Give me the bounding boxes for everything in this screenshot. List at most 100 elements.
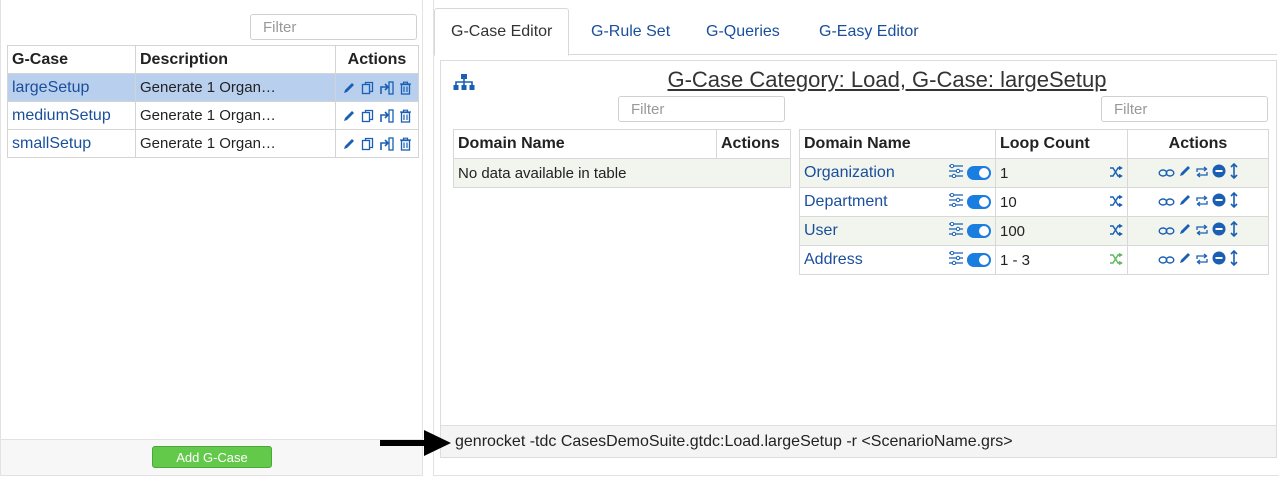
column-header-gcase[interactable]: G-Case [7, 45, 136, 74]
pencil-icon[interactable] [1178, 164, 1192, 182]
domain-link-organization[interactable]: Organization [804, 164, 895, 182]
vertical-arrows-icon[interactable] [1229, 220, 1239, 241]
move-icon[interactable] [379, 136, 395, 152]
domain-row-department: Department 10 [799, 187, 1269, 217]
shuffle-green-icon[interactable] [1109, 252, 1123, 269]
minus-circle-icon[interactable] [1212, 222, 1226, 240]
empty-table-row: No data available in table [453, 158, 791, 188]
domain-row-organization: Organization 1 [799, 158, 1269, 188]
add-gcase-button[interactable]: Add G-Case [152, 446, 272, 468]
gcase-row-actions [340, 136, 414, 152]
domain-row-user: User 100 [799, 216, 1269, 246]
domain-link-department[interactable]: Department [804, 193, 888, 211]
sliders-icon[interactable] [948, 192, 964, 211]
tab-gcase-editor[interactable]: G-Case Editor [434, 8, 570, 56]
copy-icon[interactable] [360, 108, 376, 124]
shuffle-icon[interactable] [1109, 194, 1123, 211]
sliders-icon[interactable] [948, 163, 964, 182]
selected-domains-table: Domain Name Loop Count Actions Organizat… [799, 129, 1269, 275]
pencil-icon[interactable] [1178, 251, 1192, 269]
link-icon[interactable] [1158, 223, 1175, 240]
gcase-filter-input[interactable] [250, 14, 417, 40]
column-header-actions: Actions [716, 129, 791, 159]
column-header-actions: Actions [335, 45, 419, 74]
gcase-editor-panel: G-Case Editor G-Rule Set G-Queries G-Eas… [433, 0, 1279, 476]
tab-gqueries[interactable]: G-Queries [690, 8, 796, 55]
pencil-icon[interactable] [1178, 222, 1192, 240]
copy-icon[interactable] [360, 136, 376, 152]
arrow-right-icon [380, 429, 452, 461]
sliders-icon[interactable] [948, 221, 964, 240]
domain-row-actions [1132, 220, 1264, 241]
gcase-row-actions [340, 80, 414, 96]
gcase-row-smallsetup[interactable]: smallSetup Generate 1 Organ… [7, 129, 419, 158]
gcase-description: Generate 1 Organ… [135, 101, 336, 130]
vertical-arrows-icon[interactable] [1229, 191, 1239, 212]
move-icon[interactable] [379, 80, 395, 96]
repeat-icon[interactable] [1195, 165, 1209, 182]
command-text: genrocket -tdc CasesDemoSuite.gtdc:Load.… [455, 432, 1013, 450]
sliders-icon[interactable] [948, 250, 964, 269]
domain-toggle[interactable] [967, 253, 991, 267]
pencil-icon[interactable] [341, 136, 357, 152]
selected-domains-header: Domain Name Loop Count Actions [799, 129, 1269, 159]
trash-icon[interactable] [398, 80, 414, 96]
copy-icon[interactable] [360, 80, 376, 96]
gcase-link-mediumsetup[interactable]: mediumSetup [12, 107, 111, 124]
vertical-arrows-icon[interactable] [1229, 162, 1239, 183]
tab-geasy-editor[interactable]: G-Easy Editor [803, 8, 935, 55]
domain-row-actions [1132, 249, 1264, 270]
tab-grule-set[interactable]: G-Rule Set [575, 8, 686, 55]
link-icon[interactable] [1158, 165, 1175, 182]
gcase-row-actions [340, 108, 414, 124]
column-header-loop-count[interactable]: Loop Count [995, 129, 1128, 159]
domain-link-user[interactable]: User [804, 222, 838, 240]
link-icon[interactable] [1158, 194, 1175, 211]
right-domain-filter-input[interactable] [1101, 96, 1268, 122]
gcase-link-largesetup[interactable]: largeSetup [12, 79, 89, 96]
minus-circle-icon[interactable] [1212, 251, 1226, 269]
domain-toggle[interactable] [967, 195, 991, 209]
loop-count-value[interactable]: 1 - 3 [1000, 252, 1030, 269]
available-domains-table: Domain Name Actions No data available in… [453, 129, 791, 188]
left-domain-filter-input[interactable] [618, 96, 785, 122]
minus-circle-icon[interactable] [1212, 164, 1226, 182]
loop-count-value[interactable]: 10 [1000, 194, 1017, 211]
domain-toggle[interactable] [967, 224, 991, 238]
trash-icon[interactable] [398, 136, 414, 152]
gcase-table-header: G-Case Description Actions [7, 45, 419, 74]
repeat-icon[interactable] [1195, 252, 1209, 269]
domain-row-actions [1132, 191, 1264, 212]
gcase-table: G-Case Description Actions largeSetup Ge… [7, 45, 419, 158]
column-header-actions: Actions [1127, 129, 1269, 159]
trash-icon[interactable] [398, 108, 414, 124]
column-header-description[interactable]: Description [135, 45, 336, 74]
gcase-link-smallsetup[interactable]: smallSetup [12, 135, 91, 152]
loop-count-value[interactable]: 1 [1000, 165, 1008, 182]
shuffle-icon[interactable] [1109, 165, 1123, 182]
repeat-icon[interactable] [1195, 223, 1209, 240]
vertical-arrows-icon[interactable] [1229, 249, 1239, 270]
domain-link-address[interactable]: Address [804, 251, 863, 269]
gcase-panel-footer: Add G-Case [1, 439, 422, 475]
editor-tabbar: G-Case Editor G-Rule Set G-Queries G-Eas… [434, 8, 1277, 56]
gcase-description: Generate 1 Organ… [135, 129, 336, 158]
pencil-icon[interactable] [1178, 193, 1192, 211]
pencil-icon[interactable] [341, 80, 357, 96]
shuffle-icon[interactable] [1109, 223, 1123, 240]
link-icon[interactable] [1158, 252, 1175, 269]
gcase-list-panel: G-Case Description Actions largeSetup Ge… [0, 0, 423, 476]
gcase-row-mediumsetup[interactable]: mediumSetup Generate 1 Organ… [7, 101, 419, 130]
column-header-domain-name[interactable]: Domain Name [799, 129, 996, 159]
loop-count-value[interactable]: 100 [1000, 223, 1025, 240]
available-domains-header: Domain Name Actions [453, 129, 791, 159]
domain-row-address: Address 1 - 3 [799, 245, 1269, 275]
move-icon[interactable] [379, 108, 395, 124]
minus-circle-icon[interactable] [1212, 193, 1226, 211]
gcase-row-largesetup[interactable]: largeSetup Generate 1 Organ… [7, 73, 419, 102]
column-header-domain-name[interactable]: Domain Name [453, 129, 717, 159]
repeat-icon[interactable] [1195, 194, 1209, 211]
pencil-icon[interactable] [341, 108, 357, 124]
gcase-editor-content: G-Case Category: Load, G-Case: largeSetu… [440, 60, 1277, 458]
domain-toggle[interactable] [967, 166, 991, 180]
